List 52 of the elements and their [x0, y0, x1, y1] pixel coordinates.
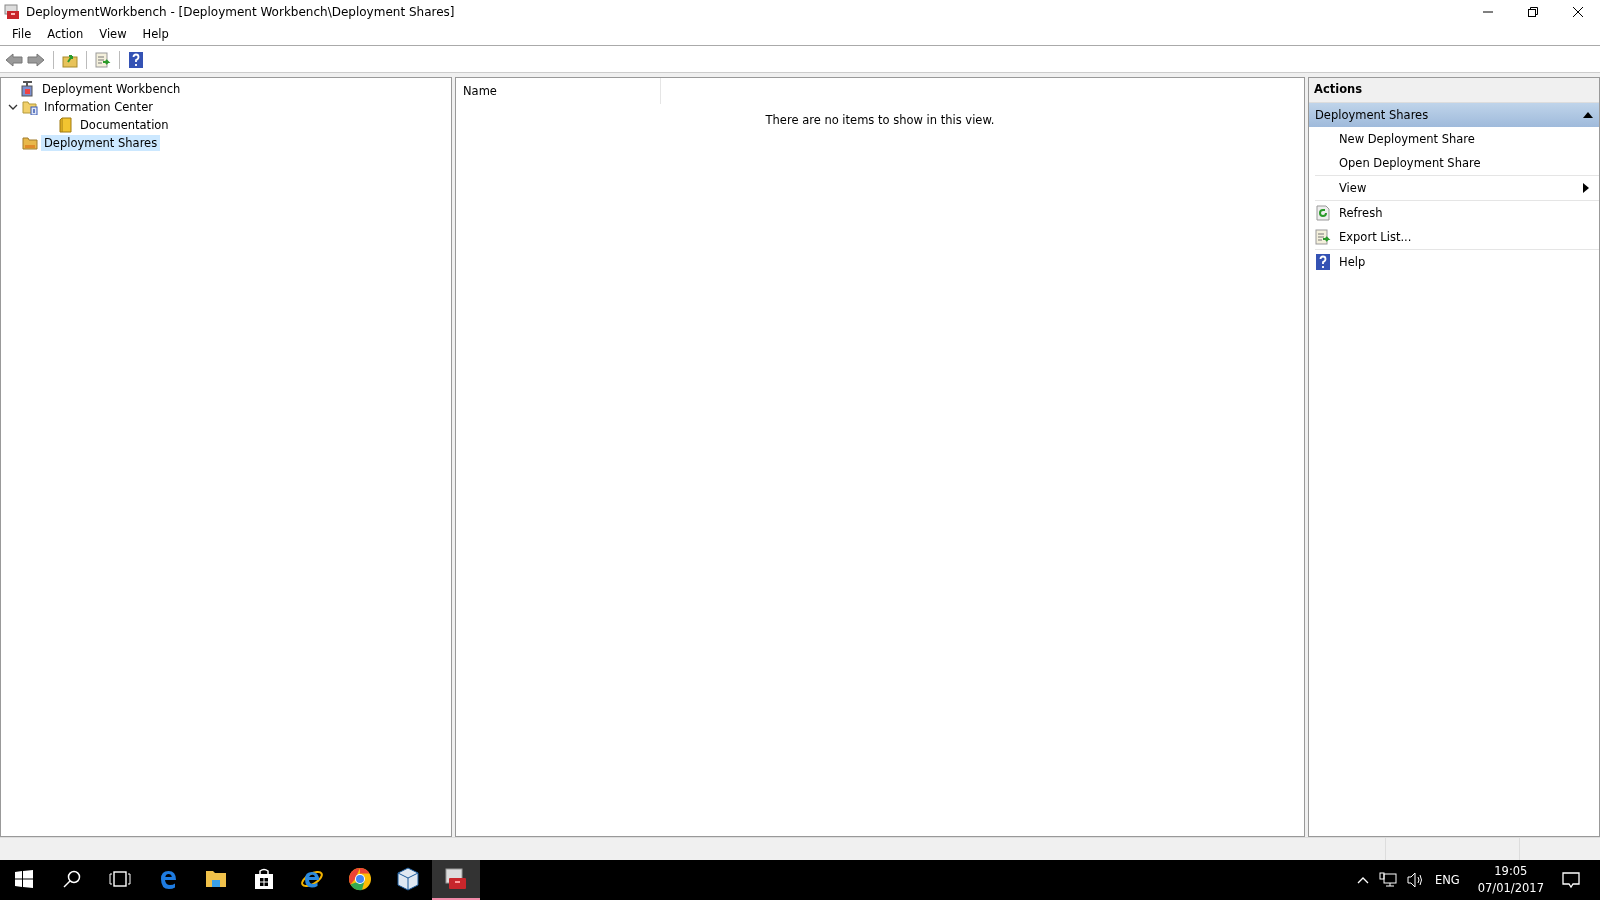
folder-up-icon[interactable]	[62, 52, 78, 68]
menu-item[interactable]: Help	[134, 27, 177, 41]
info-folder-icon	[22, 99, 38, 115]
action-link[interactable]: Help	[1339, 255, 1589, 269]
shopping-bag-icon	[254, 868, 274, 890]
back-arrow-icon[interactable]	[5, 52, 23, 68]
chevron-icon[interactable]	[8, 102, 18, 112]
toolbox-icon	[444, 867, 468, 891]
refresh-icon	[1315, 205, 1331, 221]
action-link[interactable]: View	[1339, 181, 1583, 195]
menu-item[interactable]: View	[91, 27, 135, 41]
close-icon	[1572, 6, 1583, 17]
windows-logo-icon	[14, 869, 34, 889]
menu-item[interactable]: Action	[39, 27, 92, 41]
book-icon	[58, 117, 74, 133]
network-icon[interactable]	[1378, 872, 1397, 888]
export-list-icon[interactable]	[95, 52, 111, 68]
cube-icon	[397, 867, 419, 891]
help-icon[interactable]	[128, 52, 144, 68]
empty-message: There are no items to show in this view.	[764, 112, 996, 127]
folder-icon	[22, 135, 38, 151]
folder-icon	[205, 869, 227, 889]
submenu-arrow-icon	[1583, 183, 1589, 193]
toolbox-icon	[4, 3, 20, 20]
menu-item[interactable]: File	[4, 27, 40, 41]
export-list-icon	[1315, 229, 1331, 245]
search-icon	[62, 869, 82, 889]
tree-item[interactable]: Deployment Shares	[41, 135, 161, 151]
clock[interactable]: 19:05 07/01/2017	[1477, 863, 1544, 897]
workbench-icon	[20, 81, 36, 97]
tree-item[interactable]: Deployment Workbench	[39, 81, 184, 97]
window-title: DeploymentWorkbench - [Deployment Workbench\Deployment Shares]	[26, 4, 456, 19]
forward-arrow-icon[interactable]	[27, 52, 45, 68]
action-link[interactable]: Refresh	[1339, 206, 1589, 220]
column-header[interactable]: Name	[456, 78, 661, 104]
language-indicator[interactable]: ENG	[1434, 873, 1460, 887]
taskbar-button[interactable]	[432, 860, 480, 900]
speaker-icon[interactable]	[1406, 872, 1425, 888]
action-link[interactable]: New Deployment Share	[1339, 132, 1589, 146]
action-link[interactable]: Open Deployment Share	[1339, 156, 1589, 170]
chrome-ball-icon	[348, 867, 372, 891]
actions-header: Actions	[1309, 78, 1599, 103]
section-header[interactable]: Deployment Shares	[1309, 103, 1599, 127]
action-link[interactable]: Export List...	[1339, 230, 1589, 244]
restore-icon	[1527, 6, 1538, 17]
tree-item[interactable]: Documentation	[77, 117, 172, 133]
notification-icon[interactable]	[1562, 871, 1580, 889]
chevron-up-icon[interactable]	[1356, 876, 1369, 884]
collapse-icon[interactable]	[1583, 111, 1593, 119]
task-view-icon	[109, 870, 131, 888]
help-icon	[1315, 254, 1331, 270]
tree-item[interactable]: Information Center	[41, 99, 156, 115]
